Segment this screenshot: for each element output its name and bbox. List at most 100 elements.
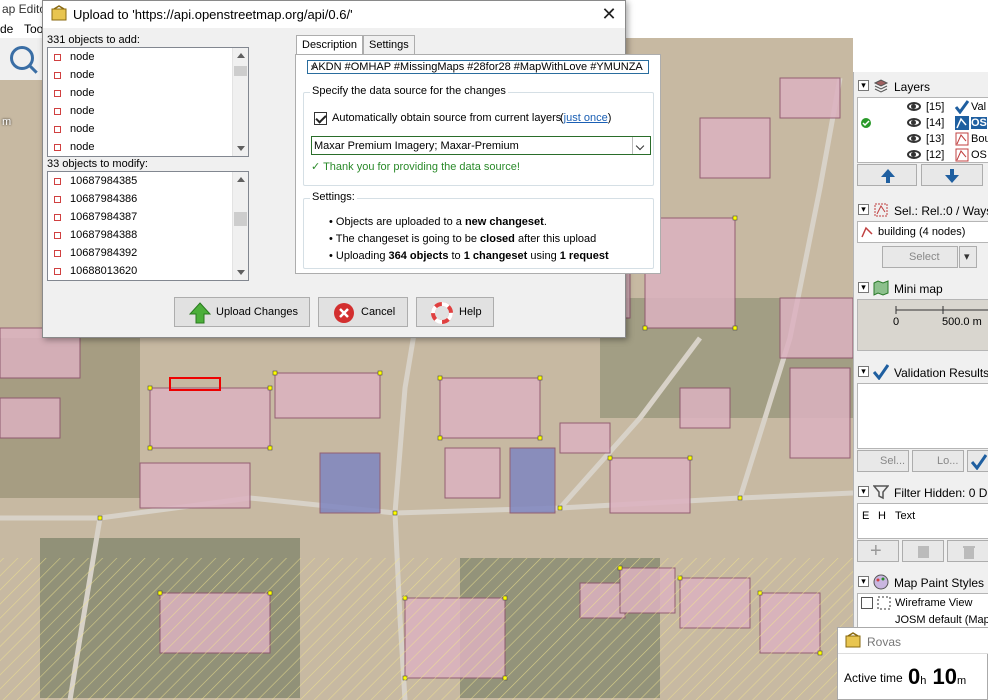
help-label: Help bbox=[459, 306, 482, 318]
layer-name: OS bbox=[971, 149, 987, 161]
tab-settings[interactable]: Settings bbox=[363, 35, 415, 55]
add-filter-button[interactable]: + bbox=[857, 540, 899, 562]
select-dropdown-button[interactable]: ▾ bbox=[959, 246, 977, 268]
minimap-view[interactable]: 0 500.0 m bbox=[857, 299, 988, 351]
select-button[interactable]: Select bbox=[882, 246, 958, 268]
eye-icon[interactable] bbox=[907, 150, 921, 159]
data-source-group: Specify the data source for the changes … bbox=[303, 85, 654, 186]
collapse-toggle-icon[interactable]: ▾ bbox=[858, 366, 869, 377]
paint-style-item[interactable]: Wireframe View bbox=[895, 597, 972, 609]
node-icon bbox=[54, 178, 61, 185]
scrollbar[interactable] bbox=[232, 172, 248, 280]
list-item[interactable]: node bbox=[48, 121, 232, 139]
layer-row[interactable]: [12] OS bbox=[858, 147, 988, 162]
upload-changes-button[interactable]: Upload Changes bbox=[174, 297, 310, 327]
close-icon[interactable]: ✕ bbox=[597, 3, 621, 25]
dialog-title-bar[interactable]: Upload to 'https://api.openstreetmap.org… bbox=[43, 1, 625, 28]
minimap-panel-title: Mini map bbox=[894, 282, 943, 296]
list-item[interactable]: node bbox=[48, 103, 232, 121]
validation-select-button[interactable]: Sel... bbox=[857, 450, 909, 472]
auto-source-checkbox[interactable] bbox=[314, 112, 327, 125]
list-item[interactable]: 10687984387 bbox=[48, 209, 232, 227]
paint-styles-panel-header[interactable]: ▾ Map Paint Styles bbox=[854, 572, 988, 592]
delete-filter-button[interactable] bbox=[947, 540, 988, 562]
map-scale: m bbox=[0, 80, 30, 128]
list-item[interactable]: 10687984388 bbox=[48, 227, 232, 245]
validation-panel-header[interactable]: ▾ Validation Results bbox=[854, 362, 988, 382]
objects-to-add-list[interactable]: node node node node node node bbox=[47, 47, 249, 157]
eye-icon[interactable] bbox=[907, 118, 921, 127]
zoom-tool-icon[interactable] bbox=[10, 46, 34, 70]
paint-style-item[interactable]: JOSM default (MapC bbox=[895, 614, 988, 626]
eye-icon[interactable] bbox=[907, 134, 921, 143]
layer-row-active[interactable]: [14] OS bbox=[858, 115, 988, 131]
collapse-toggle-icon[interactable]: ▾ bbox=[858, 282, 869, 293]
chevron-down-icon[interactable] bbox=[632, 137, 650, 154]
selection-panel-title: Sel.: Rel.:0 / Ways bbox=[894, 204, 988, 218]
scroll-up-icon[interactable] bbox=[237, 53, 245, 58]
layers-icon bbox=[873, 79, 889, 93]
active-time-minutes: 10 bbox=[932, 664, 957, 689]
chevron-down-icon[interactable]: ▾ bbox=[310, 62, 646, 73]
validation-check-icon bbox=[873, 364, 889, 380]
hours-unit: h bbox=[920, 675, 927, 687]
just-once-link[interactable]: just once bbox=[564, 112, 608, 124]
validation-lookup-button[interactable]: Lo... bbox=[912, 450, 964, 472]
plus-icon: + bbox=[870, 540, 882, 562]
list-item[interactable]: node bbox=[48, 139, 232, 156]
building-icon bbox=[861, 226, 873, 238]
list-item[interactable]: 10687984392 bbox=[48, 245, 232, 263]
collapse-toggle-icon[interactable]: ▾ bbox=[858, 80, 869, 91]
wireframe-checkbox[interactable] bbox=[861, 597, 873, 609]
layer-row[interactable]: [13] Bou bbox=[858, 131, 988, 147]
list-item[interactable]: node bbox=[48, 67, 232, 85]
node-icon bbox=[54, 214, 61, 221]
node-icon bbox=[54, 72, 61, 79]
scroll-thumb[interactable] bbox=[234, 66, 247, 76]
node-icon bbox=[54, 90, 61, 97]
filter-column-text: Text bbox=[895, 510, 916, 522]
list-item[interactable]: 10687984386 bbox=[48, 191, 232, 209]
cancel-button[interactable]: Cancel bbox=[318, 297, 408, 327]
selection-item[interactable]: building (4 nodes) bbox=[878, 226, 965, 238]
filter-panel-header[interactable]: ▾ Filter Hidden: 0 Disa bbox=[854, 482, 988, 502]
trash-icon bbox=[963, 546, 975, 559]
tab-description[interactable]: Description bbox=[296, 35, 364, 56]
source-combobox[interactable]: Maxar Premium Imagery; Maxar-Premium bbox=[311, 136, 651, 155]
list-item[interactable]: 10687984385 bbox=[48, 173, 232, 191]
map-icon bbox=[873, 280, 889, 296]
list-item[interactable]: node bbox=[48, 49, 232, 67]
scroll-down-icon[interactable] bbox=[237, 270, 245, 275]
layers-panel-header[interactable]: ▾ Layers bbox=[854, 76, 988, 96]
menu-item-file[interactable]: de bbox=[0, 22, 13, 36]
layer-row[interactable]: [15] Val bbox=[858, 99, 988, 115]
eye-icon[interactable] bbox=[907, 102, 921, 111]
active-time-hours: 0 bbox=[908, 664, 921, 689]
help-button[interactable]: Help bbox=[416, 297, 494, 327]
move-down-button[interactable] bbox=[921, 164, 983, 186]
summary-line-changeset: • Objects are uploaded to a new changese… bbox=[329, 216, 547, 228]
layer-number: [15] bbox=[926, 101, 945, 113]
changeset-comment-input[interactable]: AKDN #OMHAP #MissingMaps #28for28 #MapWi… bbox=[307, 60, 649, 74]
collapse-toggle-icon[interactable]: ▾ bbox=[858, 486, 869, 497]
minimap-panel-header[interactable]: ▾ Mini map bbox=[854, 278, 988, 298]
objects-to-modify-list[interactable]: 10687984385 10687984386 10687984387 1068… bbox=[47, 171, 249, 281]
list-item[interactable]: node bbox=[48, 85, 232, 103]
boundary-layer-icon bbox=[955, 132, 969, 146]
collapse-toggle-icon[interactable]: ▾ bbox=[858, 204, 869, 215]
arrow-down-icon bbox=[945, 169, 959, 183]
menu-item-tools[interactable]: Too bbox=[24, 22, 43, 36]
selection-list: building (4 nodes) bbox=[857, 221, 988, 243]
scroll-thumb[interactable] bbox=[234, 212, 247, 226]
selection-panel-header[interactable]: ▾ Sel.: Rel.:0 / Ways bbox=[854, 200, 988, 220]
collapse-toggle-icon[interactable]: ▾ bbox=[858, 576, 869, 587]
list-item[interactable]: 10688013620 bbox=[48, 263, 232, 280]
scrollbar[interactable] bbox=[232, 48, 248, 156]
move-up-button[interactable] bbox=[857, 164, 917, 186]
edit-filter-button[interactable] bbox=[902, 540, 944, 562]
validation-fix-button[interactable] bbox=[967, 450, 988, 472]
scroll-up-icon[interactable] bbox=[237, 177, 245, 182]
data-source-group-title: Specify the data source for the changes bbox=[310, 85, 508, 97]
scroll-down-icon[interactable] bbox=[237, 146, 245, 151]
josm-app-icon bbox=[845, 632, 861, 648]
